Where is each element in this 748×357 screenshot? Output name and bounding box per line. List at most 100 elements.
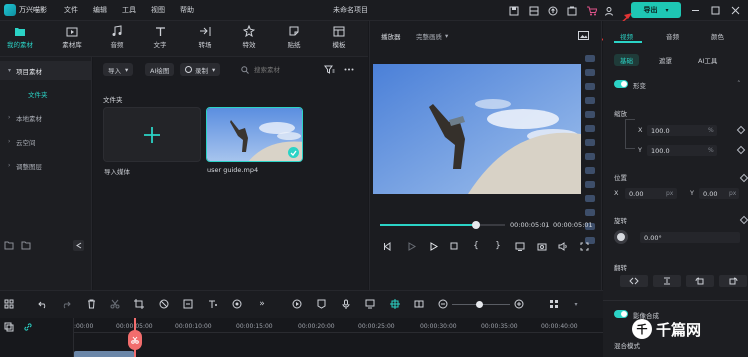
chevron-up-icon[interactable]: ˄	[737, 80, 741, 88]
chevron-right-icon: ›	[8, 138, 11, 145]
add-track-icon[interactable]	[3, 321, 14, 332]
flip-horizontal-button[interactable]	[620, 275, 648, 287]
play-icon[interactable]	[427, 240, 439, 252]
voiceover-icon[interactable]	[364, 298, 376, 310]
playback-handle[interactable]	[472, 221, 480, 229]
maximize-icon[interactable]	[710, 5, 721, 16]
menu-view[interactable]: 视图	[151, 5, 165, 15]
snapshot-icon[interactable]	[577, 30, 589, 40]
tab-ai-tools[interactable]: AI工具	[692, 54, 723, 66]
marker-icon[interactable]	[315, 298, 327, 310]
fullscreen-icon[interactable]	[578, 240, 590, 252]
ai-image-button[interactable]: AI绘图	[145, 63, 175, 76]
tab-audio[interactable]: 音频	[666, 31, 679, 41]
zoom-out-icon[interactable]	[437, 298, 449, 310]
cut-icon[interactable]	[109, 298, 121, 310]
tab-mask[interactable]: 遮罩	[653, 54, 678, 66]
video-preview[interactable]	[373, 64, 581, 194]
tab-basic[interactable]: 基础	[614, 54, 639, 66]
site-watermark: 千 千篇网	[632, 317, 701, 341]
tool-my-media[interactable]: 我的素材	[0, 24, 40, 49]
color-match-icon[interactable]	[231, 298, 243, 310]
ai-icon[interactable]	[182, 298, 194, 310]
collapse-sidebar-icon[interactable]	[73, 240, 84, 251]
flip-vertical-button[interactable]	[653, 275, 681, 287]
rotate-left-button[interactable]	[686, 275, 714, 287]
speed-icon[interactable]	[158, 298, 170, 310]
tool-text[interactable]: 文字	[140, 24, 180, 49]
snap-icon[interactable]	[389, 298, 401, 310]
layout-icon[interactable]	[528, 5, 539, 16]
menu-help[interactable]: 帮助	[180, 5, 194, 15]
frame-strip-cell	[585, 83, 595, 90]
text-tool-icon[interactable]	[207, 298, 219, 310]
menu-tools[interactable]: 工具	[122, 5, 136, 15]
minimize-icon[interactable]	[690, 5, 701, 16]
redo-icon[interactable]	[60, 298, 72, 310]
timeline-clip[interactable]	[74, 351, 134, 357]
filter-icon[interactable]	[323, 64, 335, 75]
microphone-icon[interactable]	[340, 298, 352, 310]
play-back-icon[interactable]	[405, 240, 417, 252]
tool-template[interactable]: 模板	[319, 24, 359, 49]
tab-video[interactable]: 视频	[620, 31, 633, 41]
position-label: 位置	[614, 174, 627, 182]
more-tools-icon[interactable]: »	[256, 298, 268, 310]
export-button[interactable]: 导出 ▾	[631, 2, 681, 18]
tool-effects[interactable]: 特效	[229, 24, 269, 49]
transform-toggle[interactable]	[614, 80, 628, 88]
playhead-handle[interactable]	[128, 330, 142, 350]
render-icon[interactable]	[291, 298, 303, 310]
record-dropdown[interactable]: 录制 ▾	[180, 63, 221, 76]
split-view-icon[interactable]	[413, 298, 425, 310]
volume-icon[interactable]	[557, 240, 569, 252]
import-dropdown[interactable]: 导入 ▾	[103, 63, 134, 76]
chevron-down-icon[interactable]: ▾	[570, 298, 582, 310]
sticker-icon	[274, 24, 314, 38]
folder-icon[interactable]	[20, 240, 31, 251]
quality-dropdown[interactable]: 完整画质 ▾	[416, 31, 448, 41]
mark-out-icon[interactable]: }	[492, 240, 504, 252]
mark-in-icon[interactable]: {	[470, 240, 482, 252]
tool-audio[interactable]: 音频	[97, 24, 137, 49]
camera-icon[interactable]	[536, 240, 548, 252]
delete-icon[interactable]	[85, 298, 97, 310]
more-icon[interactable]	[343, 64, 355, 75]
tool-sticker[interactable]: 贴纸	[274, 24, 314, 49]
sidebar-item-local-media[interactable]: › 本地素材	[0, 108, 91, 127]
crop-icon[interactable]	[133, 298, 145, 310]
scale-x-field[interactable]: 100.0	[647, 125, 717, 136]
layout-grid-icon[interactable]	[548, 298, 560, 310]
scale-y-field[interactable]: 100.0	[647, 145, 717, 156]
media-box-icon[interactable]	[566, 5, 577, 16]
save-icon[interactable]	[508, 5, 519, 16]
grid-icon[interactable]	[3, 298, 15, 310]
zoom-slider-handle[interactable]	[476, 301, 483, 308]
tool-transition[interactable]: 转场	[185, 24, 225, 49]
zoom-in-icon[interactable]	[513, 298, 525, 310]
link-icon[interactable]	[22, 321, 33, 332]
display-icon[interactable]	[514, 240, 526, 252]
sidebar-item-project-media[interactable]: ▾ 项目素材	[0, 61, 91, 80]
stop-icon[interactable]	[448, 240, 460, 252]
search-input[interactable]	[236, 63, 316, 76]
sidebar-item-cloud[interactable]: › 云空间	[0, 132, 91, 151]
import-media-tile[interactable]	[103, 107, 201, 162]
rotate-dial[interactable]	[614, 230, 628, 244]
menu-file[interactable]: 文件	[64, 5, 78, 15]
sidebar-item-adjustment-layer[interactable]: › 调整图层	[0, 156, 91, 175]
tool-stock[interactable]: 素材库	[52, 24, 92, 49]
media-clip-thumbnail[interactable]	[206, 107, 303, 162]
rotate-field[interactable]: 0.00°	[640, 232, 740, 243]
sidebar-item-folder[interactable]: 文件夹	[28, 89, 48, 99]
new-folder-icon[interactable]	[3, 240, 14, 251]
playback-progress[interactable]	[380, 224, 476, 226]
rotate-right-button[interactable]	[719, 275, 747, 287]
composite-toggle[interactable]	[614, 310, 628, 318]
close-icon[interactable]	[730, 5, 741, 16]
prev-frame-icon[interactable]	[381, 240, 393, 252]
cloud-upload-icon[interactable]	[547, 5, 558, 16]
undo-icon[interactable]	[37, 298, 49, 310]
tab-color[interactable]: 颜色	[711, 31, 724, 41]
menu-edit[interactable]: 编辑	[93, 5, 107, 15]
